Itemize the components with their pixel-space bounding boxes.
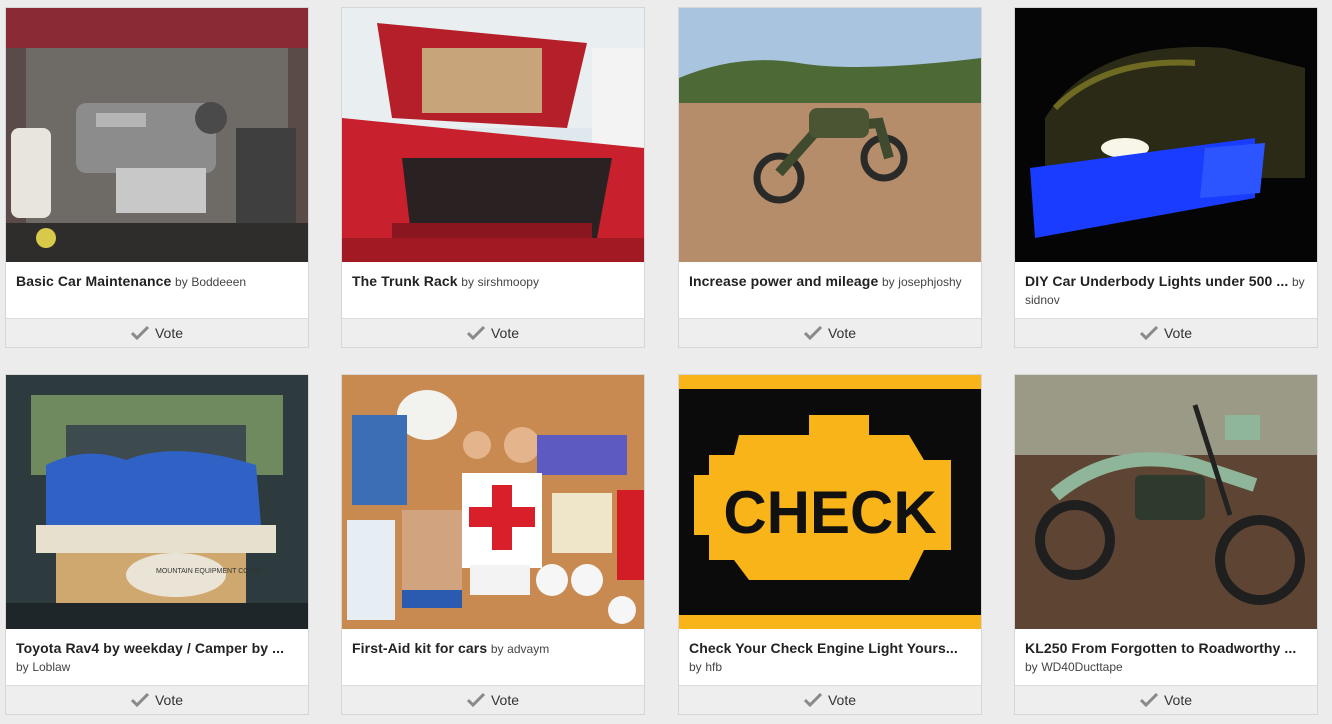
project-card[interactable]: First-Aid kit for cars by advaym Vote xyxy=(341,374,645,715)
project-grid: Basic Car Maintenance by Boddeeen Vote T… xyxy=(0,0,1332,724)
vote-label: Vote xyxy=(1163,692,1193,708)
by-label: by xyxy=(1025,660,1038,674)
dirt-bike-image xyxy=(1015,375,1317,629)
card-author[interactable]: hfb xyxy=(705,660,722,674)
project-thumbnail[interactable] xyxy=(1015,375,1317,629)
vote-button[interactable]: Vote xyxy=(342,318,644,347)
checkmark-icon xyxy=(1139,693,1158,707)
card-author[interactable]: josephjoshy xyxy=(898,275,961,289)
card-info: Toyota Rav4 by weekday / Camper by ... b… xyxy=(16,639,300,685)
engine-bay-image xyxy=(6,8,308,262)
vote-label: Vote xyxy=(1163,325,1193,341)
card-title[interactable]: KL250 From Forgotten to Roadworthy ... xyxy=(1025,640,1296,656)
vote-button[interactable]: Vote xyxy=(6,685,308,714)
vote-button[interactable]: Vote xyxy=(6,318,308,347)
vote-label: Vote xyxy=(490,325,520,341)
checkmark-icon xyxy=(803,326,822,340)
project-thumbnail[interactable]: MOUNTAIN EQUIPMENT CO-OP xyxy=(6,375,308,629)
card-author[interactable]: Boddeeen xyxy=(191,275,246,289)
project-card[interactable]: MOUNTAIN EQUIPMENT CO-OP Toyota Rav4 by … xyxy=(5,374,309,715)
check-sign-text: CHECK xyxy=(723,479,936,546)
motorcycle-on-sand-image xyxy=(679,8,981,262)
card-author[interactable]: sirshmoopy xyxy=(478,275,539,289)
checkmark-icon xyxy=(466,693,485,707)
check-engine-image: CHECK xyxy=(679,375,981,629)
vote-label: Vote xyxy=(490,692,520,708)
checkmark-icon xyxy=(130,693,149,707)
project-card[interactable]: CHECK Check Your Check Engine Light Your… xyxy=(678,374,982,715)
card-title[interactable]: The Trunk Rack xyxy=(352,273,458,289)
project-card[interactable]: DIY Car Underbody Lights under 500 ... b… xyxy=(1014,7,1318,348)
card-title[interactable]: Toyota Rav4 by weekday / Camper by ... xyxy=(16,640,284,656)
project-card[interactable]: The Trunk Rack by sirshmoopy Vote xyxy=(341,7,645,348)
project-thumbnail[interactable] xyxy=(6,8,308,262)
vote-label: Vote xyxy=(154,325,184,341)
by-label: by xyxy=(689,660,702,674)
checkmark-icon xyxy=(466,326,485,340)
project-thumbnail[interactable] xyxy=(1015,8,1317,262)
project-card[interactable]: Basic Car Maintenance by Boddeeen Vote xyxy=(5,7,309,348)
project-thumbnail[interactable] xyxy=(342,375,644,629)
card-info: Check Your Check Engine Light Yours... b… xyxy=(689,639,973,685)
vote-label: Vote xyxy=(827,692,857,708)
project-thumbnail[interactable]: CHECK xyxy=(679,375,981,629)
by-label: by xyxy=(1292,275,1305,289)
card-title[interactable]: Increase power and mileage xyxy=(689,273,878,289)
checkmark-icon xyxy=(1139,326,1158,340)
rav4-camper-image: MOUNTAIN EQUIPMENT CO-OP xyxy=(6,375,308,629)
card-info: DIY Car Underbody Lights under 500 ... b… xyxy=(1025,272,1309,318)
first-aid-kit-image xyxy=(342,375,644,629)
checkmark-icon xyxy=(803,693,822,707)
project-card[interactable]: KL250 From Forgotten to Roadworthy ... b… xyxy=(1014,374,1318,715)
card-title[interactable]: DIY Car Underbody Lights under 500 ... xyxy=(1025,273,1288,289)
vote-button[interactable]: Vote xyxy=(679,685,981,714)
vote-button[interactable]: Vote xyxy=(1015,685,1317,714)
vote-button[interactable]: Vote xyxy=(1015,318,1317,347)
vote-label: Vote xyxy=(154,692,184,708)
card-title[interactable]: Check Your Check Engine Light Yours... xyxy=(689,640,958,656)
card-info: Increase power and mileage by josephjosh… xyxy=(689,272,973,318)
vote-button[interactable]: Vote xyxy=(342,685,644,714)
card-author[interactable]: sidnov xyxy=(1025,293,1060,307)
vote-button[interactable]: Vote xyxy=(679,318,981,347)
card-author[interactable]: Loblaw xyxy=(32,660,70,674)
project-card[interactable]: Increase power and mileage by josephjosh… xyxy=(678,7,982,348)
by-label: by xyxy=(175,275,188,289)
vote-label: Vote xyxy=(827,325,857,341)
card-info: The Trunk Rack by sirshmoopy xyxy=(352,272,636,318)
card-title[interactable]: First-Aid kit for cars xyxy=(352,640,487,656)
project-thumbnail[interactable] xyxy=(342,8,644,262)
card-info: Basic Car Maintenance by Boddeeen xyxy=(16,272,300,318)
by-label: by xyxy=(490,642,504,656)
by-label: by xyxy=(16,660,29,674)
car-trunk-image xyxy=(342,8,644,262)
card-title[interactable]: Basic Car Maintenance xyxy=(16,273,171,289)
card-info: First-Aid kit for cars by advaym xyxy=(352,639,636,685)
card-author[interactable]: advaym xyxy=(507,642,549,656)
underglow-car-image xyxy=(1015,8,1317,262)
project-thumbnail[interactable] xyxy=(679,8,981,262)
sack-label-text: MOUNTAIN EQUIPMENT CO-OP xyxy=(156,568,261,575)
card-author[interactable]: WD40Ducttape xyxy=(1041,660,1122,674)
card-info: KL250 From Forgotten to Roadworthy ... b… xyxy=(1025,639,1309,685)
checkmark-icon xyxy=(130,326,149,340)
by-label: by xyxy=(461,275,474,289)
by-label: by xyxy=(881,275,895,289)
